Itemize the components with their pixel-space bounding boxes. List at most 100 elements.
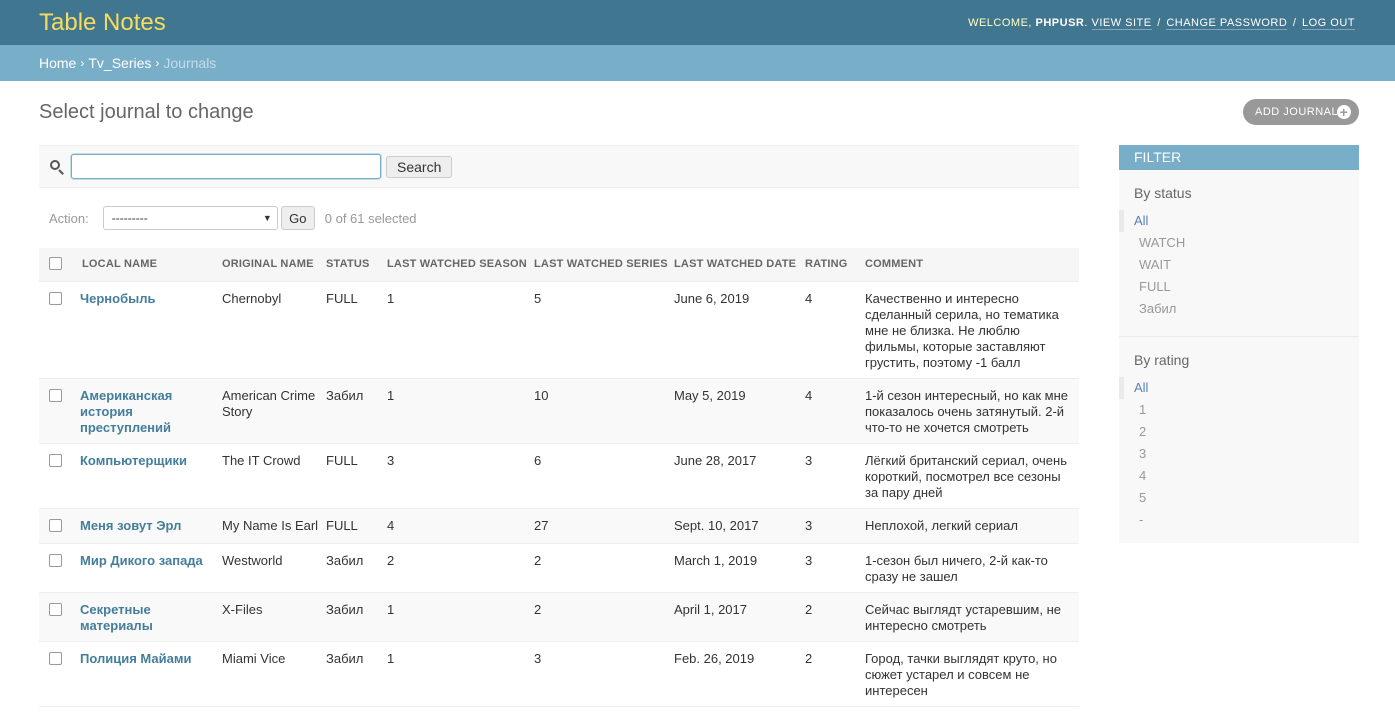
column-header-original-name[interactable]: Original name [222,248,326,282]
separator: / [1292,16,1297,29]
filter-rating-1[interactable]: 1 [1119,399,1359,421]
original-name-cell: Miami Vice [222,641,326,707]
column-header-last-season[interactable]: Last watched season [387,248,534,282]
add-journal-button[interactable]: Add journal + [1243,99,1359,125]
header: Table Notes Welcome, PHPUSR. View site /… [0,0,1395,45]
date-cell: Feb. 26, 2019 [674,641,805,707]
results-table: Local name Original name Status Last wat… [39,248,1079,707]
date-cell: May 5, 2019 [674,378,805,444]
local-name-link[interactable]: Секретные материалы [80,602,153,633]
rating-cell: 2 [805,641,865,707]
table-row: Полиция Майами Miami Vice Забил 1 3 Feb.… [39,641,1079,707]
row-checkbox[interactable] [49,518,62,532]
local-name-cell: Секретные материалы [80,592,222,642]
table-row: Мир Дикого запада Westworld Забил 2 2 Ma… [39,543,1079,593]
site-brand[interactable]: Table Notes [39,9,166,37]
season-cell: 3 [387,443,534,509]
go-button[interactable]: Go [280,206,315,230]
original-name-cell: Chernobyl [222,281,326,379]
local-name-cell: Меня зовут Эрл [80,508,222,544]
row-checkbox[interactable] [49,453,62,467]
log-out-link[interactable]: Log out [1301,16,1355,30]
table-row: Компьютерщики The IT Crowd FULL 3 6 June… [39,443,1079,509]
column-header-rating[interactable]: Rating [805,248,865,282]
local-name-cell: Полиция Майами [80,641,222,707]
search-button[interactable]: Search [386,155,453,178]
filter-status-all[interactable]: All [1119,210,1359,232]
search-toolbar: Search [39,145,1079,188]
filter-rating-3[interactable]: 3 [1119,443,1359,465]
comment-cell: 1-й сезон интересный, но как мне показал… [865,378,1079,444]
chevron-down-icon: ▼ [262,213,272,223]
filter-status-wait[interactable]: WAIT [1119,254,1359,276]
filter-rating-none[interactable]: - [1119,509,1359,531]
filter-status-list: All WATCH WAIT FULL Забил [1119,210,1359,320]
series-cell: 27 [534,508,674,544]
filter-rating-5[interactable]: 5 [1119,487,1359,509]
original-name-cell: X-Files [222,592,326,642]
comment-cell: Город, тачки выглядят круто, но сюжет ус… [865,641,1079,707]
column-header-status[interactable]: Status [326,248,387,282]
breadcrumb-home[interactable]: Home [39,55,76,71]
rating-cell: 3 [805,543,865,593]
column-header-last-date[interactable]: Last watched date [674,248,805,282]
season-cell: 1 [387,592,534,642]
status-cell: FULL [326,508,387,544]
local-name-link[interactable]: Компьютерщики [80,453,187,468]
local-name-link[interactable]: Меня зовут Эрл [80,518,181,533]
select-all-checkbox[interactable] [49,256,62,270]
series-cell: 6 [534,443,674,509]
search-input[interactable] [71,154,381,179]
row-checkbox[interactable] [49,602,62,616]
filter-status-zabil[interactable]: Забил [1119,298,1359,320]
change-password-link[interactable]: Change password [1166,16,1288,30]
filter-status-full[interactable]: FULL [1119,276,1359,298]
series-cell: 3 [534,641,674,707]
action-select[interactable]: --------- ▼ [102,206,278,230]
filter-rating-2[interactable]: 2 [1119,421,1359,443]
original-name-cell: My Name Is Earl [222,508,326,544]
local-name-link[interactable]: Американская история преступлений [80,388,172,435]
rating-cell: 4 [805,281,865,379]
local-name-link[interactable]: Полиция Майами [80,651,191,666]
filter-status-watch[interactable]: WATCH [1119,232,1359,254]
row-checkbox[interactable] [49,553,62,567]
status-cell: Забил [326,543,387,593]
rating-cell: 3 [805,443,865,509]
row-select-cell [39,281,80,379]
local-name-link[interactable]: Мир Дикого запада [80,553,203,568]
filter-rating-4[interactable]: 4 [1119,465,1359,487]
filter-rating-all[interactable]: All [1119,377,1359,399]
row-checkbox[interactable] [49,651,62,665]
date-cell: June 6, 2019 [674,281,805,379]
status-cell: FULL [326,443,387,509]
series-cell: 2 [534,543,674,593]
rating-cell: 3 [805,508,865,544]
row-checkbox[interactable] [49,388,62,402]
filter-rating-list: All 1 2 3 4 5 - [1119,377,1359,531]
row-checkbox[interactable] [49,291,62,305]
filter-by-status-title: By status [1134,185,1192,201]
status-cell: Забил [326,641,387,707]
column-header-comment[interactable]: Comment [865,248,1079,282]
date-cell: March 1, 2019 [674,543,805,593]
row-select-cell [39,592,80,642]
local-name-link[interactable]: Чернобыль [80,291,155,306]
status-cell: Забил [326,378,387,444]
series-cell: 5 [534,281,674,379]
comment-cell: Качественно и интересно сделанный серила… [865,281,1079,379]
row-select-cell [39,378,80,444]
season-cell: 1 [387,378,534,444]
table-header-row: Local name Original name Status Last wat… [39,248,1079,282]
column-header-local-name[interactable]: Local name [80,248,222,282]
original-name-cell: American Crime Story [222,378,326,444]
view-site-link[interactable]: View site [1091,16,1152,30]
series-cell: 2 [534,592,674,642]
local-name-cell: Мир Дикого запада [80,543,222,593]
column-header-last-series[interactable]: Last watched series [534,248,674,282]
breadcrumb-separator: › [80,56,85,70]
breadcrumb-app[interactable]: Tv_Series [88,55,151,71]
select-all-header [39,248,80,282]
breadcrumb-current: Journals [163,55,217,71]
action-label: Action: [49,210,89,226]
